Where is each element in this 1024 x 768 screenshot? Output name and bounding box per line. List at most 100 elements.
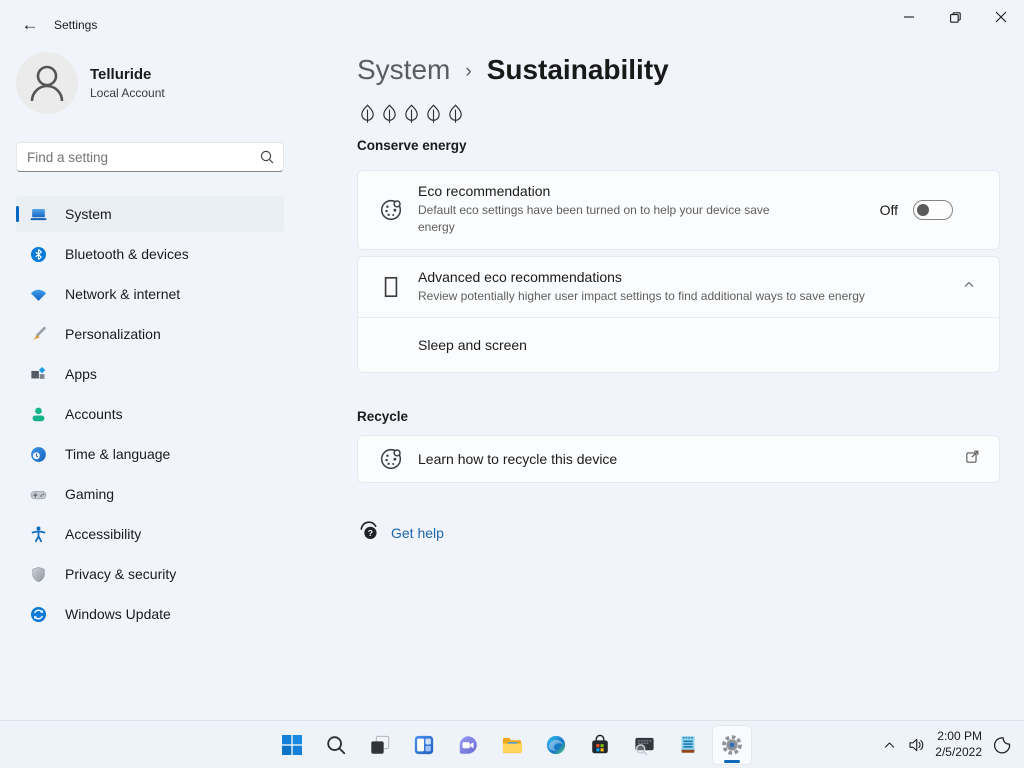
eco-recommendation-toggle[interactable] [913,199,953,220]
leaf-icon [445,102,466,131]
toggle-state-label: Off [879,201,898,218]
recycle-card[interactable]: Learn how to recycle this device [357,435,1000,484]
apps-icon [29,365,48,384]
conserve-energy-heading: Conserve energy [357,138,467,153]
chevron-up-icon[interactable] [961,276,977,297]
close-button[interactable] [978,0,1024,34]
search-box [16,142,284,172]
minimize-button[interactable] [886,0,932,34]
sidebar-item-bluetooth-devices[interactable]: Bluetooth & devices [16,236,284,272]
eco-palette-icon [378,197,404,223]
leaf-icon [357,102,378,131]
widgets-button[interactable] [404,725,444,765]
sidebar-item-label: Apps [65,366,97,382]
taskbar-search-button[interactable] [316,725,356,765]
titlebar: ← Settings [0,0,1024,40]
sidebar-item-system[interactable]: System [16,196,284,232]
sidebar-item-label: Accessibility [65,526,142,542]
bluetooth-icon [29,245,48,264]
account-type: Local Account [90,86,165,100]
chat-icon [459,736,477,754]
sleep-and-screen-label: Sleep and screen [418,337,527,354]
sidebar-item-time-language[interactable]: Time & language [16,436,284,472]
tray-chevron-up-icon[interactable] [882,738,897,753]
back-button[interactable]: ← [14,12,46,38]
start-button[interactable] [272,725,312,765]
sidebar-item-label: Network & internet [65,286,181,302]
restore-button[interactable] [932,0,978,34]
person-icon [30,65,64,102]
volume-icon[interactable] [907,736,925,754]
night-light-icon[interactable] [992,735,1012,755]
sidebar-item-label: Windows Update [65,606,171,622]
leaf-icon [423,102,444,131]
eco-leaf-rating [357,102,1000,131]
advanced-eco-header[interactable]: Advanced eco recommendations Review pote… [358,257,999,317]
breadcrumb-system[interactable]: System [357,54,450,86]
avatar [16,52,78,114]
placeholder-glyph-icon [378,274,404,300]
chevron-right-icon: › [465,61,472,82]
sidebar-item-label: Time & language [65,446,171,462]
system-search-app-button[interactable] [624,725,664,765]
store-button[interactable] [580,725,620,765]
help-icon: ? [357,519,380,547]
settings-gear-icon [722,735,742,755]
leaf-icon [379,102,400,131]
get-help-link[interactable]: Get help [391,525,444,541]
running-indicator [724,760,740,763]
personalization-icon [29,325,48,344]
leaf-icon [401,102,422,131]
notepad-icon [681,736,695,753]
search-input[interactable] [17,143,283,171]
taskbar: 2:00 PM 2/5/2022 [0,720,1024,768]
sleep-and-screen-row[interactable]: Sleep and screen [358,318,999,372]
sidebar-item-accounts[interactable]: Accounts [16,396,284,432]
taskbar-center-icons [272,725,752,765]
sidebar-item-privacy-security[interactable]: Privacy & security [16,556,284,592]
sidebar-item-accessibility[interactable]: Accessibility [16,516,284,552]
main-content: System › Sustainability Conserve energy … [357,54,1000,547]
recycle-heading: Recycle [357,409,409,425]
get-help-row: ? Get help [357,519,1000,547]
minimize-icon [904,16,914,18]
file-explorer-icon [502,737,522,753]
time-language-icon [29,445,48,464]
task-view-button[interactable] [360,725,400,765]
sidebar-item-network-internet[interactable]: Network & internet [16,276,284,312]
sidebar-item-apps[interactable]: Apps [16,356,284,392]
eco-recommendation-description: Default eco settings have been turned on… [418,203,770,235]
notepad-button[interactable] [668,725,708,765]
search-icon [259,149,275,170]
account-section[interactable]: Telluride Local Account [16,52,300,114]
sidebar-item-personalization[interactable]: Personalization [16,316,284,352]
widgets-icon [414,735,434,755]
sidebar-nav: System Bluetooth & devices Network & int… [16,196,300,632]
sidebar-item-gaming[interactable]: Gaming [16,476,284,512]
toggle-knob [917,203,929,216]
advanced-eco-description: Review potentially higher user impact se… [418,288,865,303]
tray-time: 2:00 PM [937,729,982,744]
eco-palette-icon [378,446,404,472]
sidebar-item-windows-update[interactable]: Windows Update [16,596,284,632]
edge-button[interactable] [536,725,576,765]
task-view-icon [371,735,390,754]
sidebar-item-label: Accounts [65,406,123,422]
taskbar-clock[interactable]: 2:00 PM 2/5/2022 [935,729,982,760]
system-search-app-icon [634,737,654,755]
external-link-icon [964,448,981,470]
settings-taskbar-button[interactable] [712,725,752,765]
sidebar-item-label: Bluetooth & devices [65,246,189,262]
page-title: Sustainability [486,54,669,85]
chat-button[interactable] [448,725,488,765]
close-icon [995,11,1007,23]
system-tray: 2:00 PM 2/5/2022 [882,721,1012,768]
privacy-security-icon [29,565,48,584]
advanced-eco-card: Advanced eco recommendations Review pote… [357,255,1000,374]
file-explorer-button[interactable] [492,725,532,765]
sidebar-item-label: System [65,206,112,222]
accounts-icon [29,405,48,424]
svg-text:?: ? [368,528,373,538]
edge-icon [546,735,566,755]
network-icon [29,285,48,304]
